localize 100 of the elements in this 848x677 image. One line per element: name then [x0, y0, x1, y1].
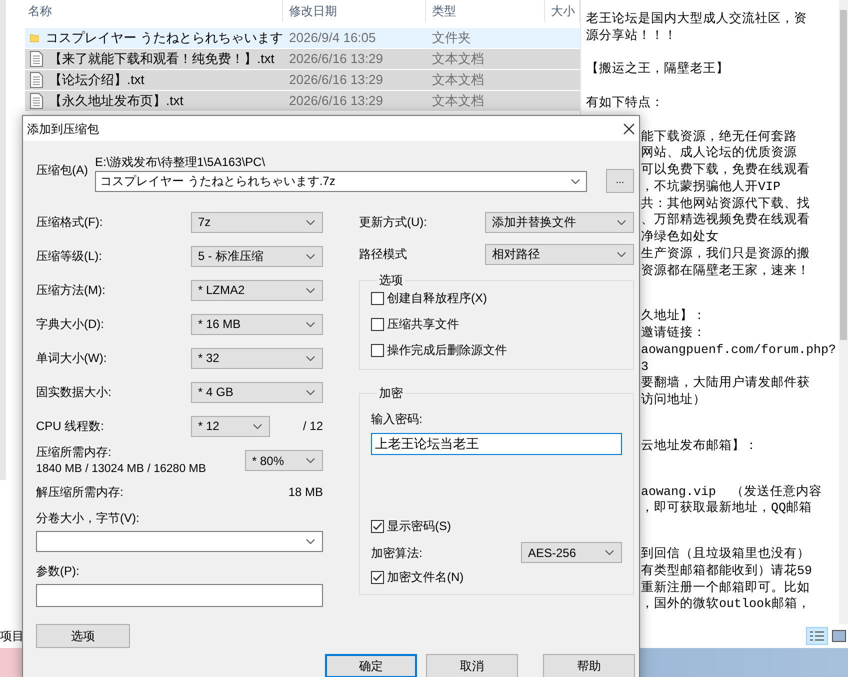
dropdown[interactable]: 7z: [191, 212, 323, 232]
preview-text-line: 生产资源，我们只是资源的搬: [641, 246, 810, 262]
file-type: 文本文档: [431, 71, 484, 90]
large-icons-view-icon[interactable]: [832, 630, 846, 642]
preview-text-line: 净绿色如处女: [641, 229, 719, 246]
file-row[interactable]: 【论坛介绍】.txt 2026/6/16 13:29 文本文档: [25, 70, 580, 90]
preview-text-line: 源分享站！！！: [586, 28, 677, 44]
file-date: 2026/9/4 16:05: [288, 29, 377, 48]
preview-text-line: 网站、成人论坛的优质资源: [641, 145, 797, 162]
field-label: 路径模式: [359, 246, 407, 263]
checkbox[interactable]: 加密文件名(N): [371, 568, 622, 586]
preview-text-line: 云地址发布邮箱】：: [641, 438, 758, 454]
archive-name-field[interactable]: コスプレイヤー うたねとられちゃいます.7z: [95, 170, 587, 192]
chevron-down-icon: [617, 220, 626, 224]
group-title: 选项: [378, 272, 404, 289]
preview-text-line: 重新注册一个邮箱即可。比如: [641, 580, 810, 596]
file-name: 【论坛介绍】.txt: [49, 71, 144, 90]
column-header[interactable]: 名称: [22, 0, 283, 22]
field-label: 分卷大小，字节(V):: [36, 510, 140, 528]
file-row[interactable]: コスプレイヤー うたねとられちゃいます 2026/9/4 16:05 文件夹: [25, 28, 580, 48]
checkbox[interactable]: 创建自释放程序(X): [371, 289, 633, 307]
file-name: 【来了就能下载和观看！纯免费！】.txt: [49, 50, 274, 68]
group-title: 加密: [378, 385, 404, 402]
dialog-button[interactable]: 取消: [426, 654, 518, 677]
dropdown[interactable]: * 4 GB: [191, 382, 323, 402]
chevron-down-icon: [253, 424, 262, 428]
preview-text-line: 老王论坛是国内大型成人交流社区，资: [586, 11, 807, 28]
chevron-down-icon: [306, 220, 315, 224]
dialog-button[interactable]: 帮助: [543, 654, 635, 677]
dropdown[interactable]: 5 - 标准压缩: [191, 246, 323, 266]
checkbox[interactable]: 压缩共享文件: [371, 315, 633, 333]
chevron-down-icon: [306, 254, 315, 258]
close-icon[interactable]: [623, 122, 635, 134]
details-view-icon[interactable]: [806, 627, 828, 645]
scrollbar[interactable]: [839, 0, 848, 624]
field-label: 单词大小(W):: [36, 350, 107, 367]
field-label: 输入密码:: [371, 411, 424, 428]
checkbox[interactable]: 操作完成后删除源文件: [371, 341, 633, 359]
chevron-down-icon: [617, 252, 626, 256]
chevron-down-icon: [306, 356, 315, 360]
file-row[interactable]: 【来了就能下载和观看！纯免费！】.txt 2026/6/16 13:29 文本文档: [25, 49, 580, 69]
preview-text-line: ，国外的微软outlook邮箱，: [641, 596, 811, 613]
input-field[interactable]: [36, 584, 323, 608]
chevron-down-icon: [306, 288, 315, 292]
field-label: 压缩所需内存:: [36, 444, 112, 461]
file-row[interactable]: 【永久地址发布页】.txt 2026/6/16 13:29 文本文档: [25, 91, 580, 111]
dropdown[interactable]: 相对路径: [485, 244, 634, 264]
chevron-down-icon: [571, 178, 580, 184]
file-type: 文件夹: [431, 29, 471, 48]
password-field[interactable]: 上老王论坛当老王: [371, 433, 622, 455]
file-name: 【永久地址发布页】.txt: [49, 92, 184, 110]
dialog-button[interactable]: 确定: [325, 654, 417, 677]
options-button[interactable]: 选项: [36, 624, 130, 648]
preview-text-line: 【搬运之王，隔壁老王】: [586, 61, 729, 78]
preview-text-line: aowangpuenf.com/forum.php?: [641, 342, 836, 358]
field-label: CPU 线程数:: [36, 418, 106, 435]
file-date: 2026/6/16 13:29: [288, 92, 384, 110]
field-label: 压缩格式(F):: [36, 214, 103, 231]
dropdown[interactable]: [36, 531, 323, 552]
dropdown[interactable]: * 80%: [245, 450, 323, 472]
chevron-down-icon: [605, 550, 614, 555]
preview-text-line: 邀请链接：: [641, 325, 706, 342]
dropdown[interactable]: * 12: [191, 416, 270, 436]
preview-text-line: 有如下特点：: [586, 94, 664, 112]
dropdown[interactable]: * 32: [191, 348, 323, 368]
scrollbar[interactable]: [0, 0, 6, 480]
field-label: 加密算法:: [371, 544, 422, 562]
dropdown[interactable]: * 16 MB: [191, 314, 323, 334]
checkbox[interactable]: 显示密码(S): [371, 517, 622, 535]
document-icon: [30, 51, 43, 67]
chevron-down-icon: [306, 458, 315, 464]
preview-text-line: 、万部精选视频免费在线观看: [641, 212, 810, 229]
status-text: 项目: [0, 628, 24, 645]
preview-text-line: 到回信（且垃圾箱里也没有）: [641, 546, 810, 563]
file-date: 2026/6/16 13:29: [288, 50, 384, 68]
column-header[interactable]: 修改日期: [283, 0, 426, 22]
dropdown[interactable]: 添加并替换文件: [485, 212, 634, 232]
document-icon: [30, 93, 43, 109]
file-name: コスプレイヤー うたねとられちゃいます: [45, 29, 283, 48]
dropdown[interactable]: * LZMA2: [191, 280, 323, 300]
preview-text-line: 能下载资源，绝无任何套路: [641, 128, 797, 146]
preview-text-line: 资源都在隔壁老王家，速来！: [641, 262, 810, 280]
memory-value: 18 MB: [288, 484, 323, 502]
preview-text-line: ，即可获取最新地址，QQ邮箱: [641, 500, 812, 517]
column-header[interactable]: 类型: [426, 0, 545, 22]
file-type: 文本文档: [431, 92, 484, 110]
thread-max: / 12: [302, 418, 323, 435]
field-label: 字典大小(D):: [36, 316, 104, 333]
chevron-down-icon: [306, 390, 315, 394]
chevron-down-icon: [306, 322, 315, 326]
preview-text-line: 访问地址）: [641, 392, 706, 409]
preview-text-line: 有类型邮箱都能收到）请花59: [641, 562, 812, 580]
field-label: 解压缩所需内存:: [36, 484, 124, 502]
file-date: 2026/6/16 13:29: [288, 71, 384, 90]
file-type: 文本文档: [431, 50, 484, 68]
preview-text-line: ，不坑蒙拐骗他人开VIP: [641, 178, 781, 196]
field-label: 更新方式(U):: [359, 214, 427, 231]
dropdown[interactable]: AES-256: [521, 542, 622, 563]
field-label: 压缩方法(M):: [36, 282, 106, 299]
browse-button[interactable]: ...: [606, 169, 634, 193]
